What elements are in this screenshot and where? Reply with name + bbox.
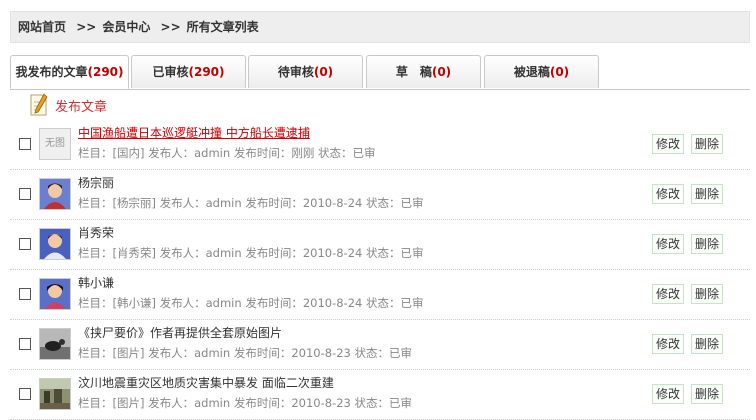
thumbnail: [39, 178, 71, 210]
breadcrumb-member-link[interactable]: 会员中心: [102, 20, 150, 34]
list-item: 无图 中国渔船遭日本巡逻艇冲撞 中方船长遭逮捕 栏目：[国内] 发布人：admi…: [10, 120, 750, 170]
tab-label: 被退稿: [513, 65, 550, 79]
delete-button[interactable]: 删除: [691, 284, 723, 304]
thumbnail: [39, 378, 71, 410]
tab-count: (290): [87, 65, 124, 79]
breadcrumb: 网站首页 >> 会员中心 >> 所有文章列表: [10, 11, 750, 43]
select-checkbox[interactable]: [19, 138, 31, 150]
edit-button[interactable]: 修改: [652, 184, 684, 204]
edit-button[interactable]: 修改: [652, 134, 684, 154]
tab-approved[interactable]: 已审核(290): [131, 55, 246, 88]
publish-article-label: 发布文章: [55, 99, 108, 115]
delete-button[interactable]: 删除: [691, 184, 723, 204]
breadcrumb-home-link[interactable]: 网站首页: [18, 20, 66, 34]
list-item: 杨宗丽 栏目：[杨宗丽] 发布人：admin 发布时间：2010-8-24 状态…: [10, 170, 750, 220]
article-title-link[interactable]: 韩小谦: [78, 274, 114, 291]
list-item: 汶川地震重灾区地质灾害集中暴发 面临二次重建 栏目：[图片] 发布人：admin…: [10, 370, 750, 420]
tab-count: (0): [313, 65, 334, 79]
breadcrumb-separator: >>: [160, 20, 181, 34]
article-title-link[interactable]: 《挟尸要价》作者再提供全套原始图片: [78, 324, 282, 341]
delete-button[interactable]: 删除: [691, 334, 723, 354]
tab-label: 我发布的文章: [15, 65, 88, 79]
thumbnail: [39, 228, 71, 260]
publish-article-link[interactable]: 发布文章: [30, 92, 107, 118]
edit-button[interactable]: 修改: [652, 384, 684, 404]
document-pencil-icon: [30, 93, 48, 117]
edit-button[interactable]: 修改: [652, 334, 684, 354]
tab-count: (290): [188, 65, 225, 79]
delete-button[interactable]: 删除: [691, 134, 723, 154]
thumbnail: [39, 278, 71, 310]
tab-drafts[interactable]: 草 稿(0): [366, 55, 481, 88]
tab-pending[interactable]: 待审核(0): [248, 55, 363, 88]
delete-button[interactable]: 删除: [691, 384, 723, 404]
no-image-placeholder: 无图: [40, 129, 70, 159]
tab-label: 待审核: [277, 65, 314, 79]
list-item: 《挟尸要价》作者再提供全套原始图片 栏目：[图片] 发布人：admin 发布时间…: [10, 320, 750, 370]
article-meta: 栏目：[韩小谦] 发布人：admin 发布时间：2010-8-24 状态：已审: [78, 296, 424, 310]
list-item: 韩小谦 栏目：[韩小谦] 发布人：admin 发布时间：2010-8-24 状态…: [10, 270, 750, 320]
article-title-link[interactable]: 肖秀荣: [78, 224, 114, 241]
article-tabs: 我发布的文章(290) 已审核(290) 待审核(0) 草 稿(0) 被退稿(0…: [10, 55, 750, 90]
tab-count: (0): [549, 65, 570, 79]
breadcrumb-current: 所有文章列表: [186, 20, 259, 34]
tab-rejected[interactable]: 被退稿(0): [484, 55, 599, 88]
edit-button[interactable]: 修改: [652, 284, 684, 304]
thumbnail: 无图: [39, 128, 71, 160]
thumbnail: [39, 328, 71, 360]
tab-label: 草 稿: [395, 65, 432, 79]
select-checkbox[interactable]: [19, 188, 31, 200]
tab-label: 已审核: [152, 65, 189, 79]
tab-my-articles[interactable]: 我发布的文章(290): [10, 55, 129, 89]
delete-button[interactable]: 删除: [691, 234, 723, 254]
article-title-link[interactable]: 中国渔船遭日本巡逻艇冲撞 中方船长遭逮捕: [78, 124, 310, 141]
tab-count: (0): [431, 65, 452, 79]
list-item: 肖秀荣 栏目：[肖秀荣] 发布人：admin 发布时间：2010-8-24 状态…: [10, 220, 750, 270]
select-checkbox[interactable]: [19, 338, 31, 350]
article-meta: 栏目：[图片] 发布人：admin 发布时间：2010-8-23 状态：已审: [78, 346, 412, 360]
article-meta: 栏目：[国内] 发布人：admin 发布时间：刚刚 状态：已审: [78, 146, 376, 160]
article-title-link[interactable]: 杨宗丽: [78, 174, 114, 191]
select-checkbox[interactable]: [19, 238, 31, 250]
select-checkbox[interactable]: [19, 388, 31, 400]
breadcrumb-separator: >>: [76, 20, 97, 34]
article-meta: 栏目：[肖秀荣] 发布人：admin 发布时间：2010-8-24 状态：已审: [78, 246, 424, 260]
article-meta: 栏目：[杨宗丽] 发布人：admin 发布时间：2010-8-24 状态：已审: [78, 196, 424, 210]
edit-button[interactable]: 修改: [652, 234, 684, 254]
article-title-link[interactable]: 汶川地震重灾区地质灾害集中暴发 面临二次重建: [78, 374, 334, 391]
article-meta: 栏目：[图片] 发布人：admin 发布时间：2010-8-23 状态：已审: [78, 396, 412, 410]
article-list: 无图 中国渔船遭日本巡逻艇冲撞 中方船长遭逮捕 栏目：[国内] 发布人：admi…: [10, 120, 750, 420]
select-checkbox[interactable]: [19, 288, 31, 300]
